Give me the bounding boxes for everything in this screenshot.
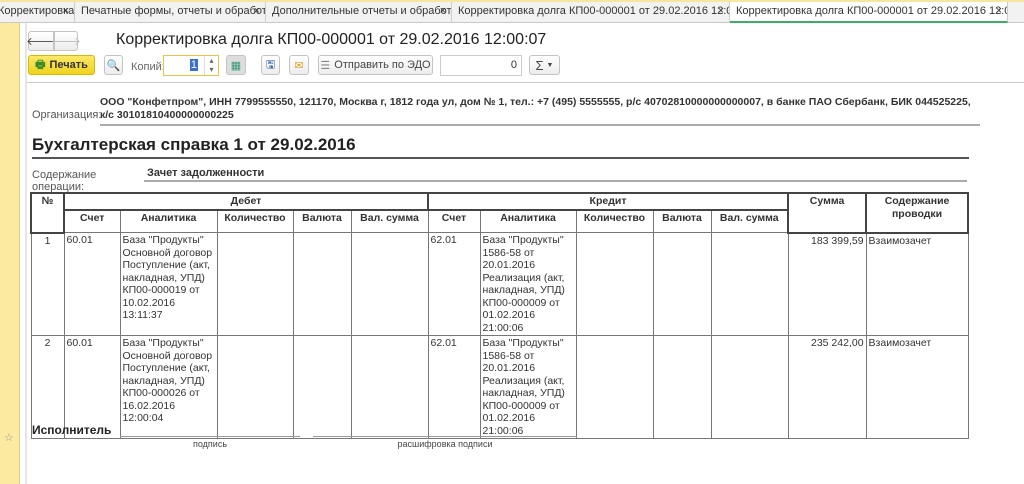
chevron-down-icon: ▼	[546, 61, 554, 69]
table-row: 2 60.01 База "Продукты" Основной договор…	[30, 335, 969, 439]
cell-content: Взаимозачет	[865, 232, 969, 336]
forward-button[interactable]: 🡒	[51, 31, 81, 51]
back-button[interactable]: 🡐	[26, 31, 56, 51]
cell-empty	[216, 335, 294, 439]
cell-debit-analytics: База "Продукты" Основной договор Поступл…	[119, 335, 218, 439]
cell-credit-account: 62.01	[427, 232, 481, 336]
col-content: Содержание проводки	[865, 192, 970, 234]
tab-label: Корректировка долга КП00-000001 от 29.02…	[458, 5, 730, 17]
print-button[interactable]: 🖶 Печать	[28, 55, 95, 75]
col-debit-cur-sum: Вал. сумма	[350, 209, 429, 233]
org-label: Организация:	[32, 109, 102, 121]
divider	[25, 23, 27, 484]
col-credit-account: Счет	[427, 209, 481, 233]
signature-caption: подпись	[192, 439, 228, 449]
print-label: Печать	[49, 59, 88, 71]
cell-sum: 183 399,59	[787, 232, 867, 336]
cell-debit-account: 60.01	[63, 232, 121, 336]
tab-debt-correction-doc[interactable]: Корректировка долга КП00-000001 от 29.02…	[452, 2, 730, 23]
decode-line	[313, 436, 577, 437]
operation-label: Содержание операции:	[32, 169, 97, 193]
edit-button[interactable]: ▦	[226, 55, 246, 75]
cell-empty	[575, 335, 654, 439]
edo-icon: ☰	[320, 59, 331, 72]
cell-no: 1	[30, 232, 65, 336]
signature-line	[120, 436, 300, 437]
col-debit-analytics: Аналитика	[119, 209, 218, 233]
spinner-icon[interactable]: ▴ ▾	[204, 56, 218, 75]
cell-credit-analytics: База "Продукты" 1586-58 от 20.01.2016 Ре…	[479, 232, 577, 336]
printer-icon: 🖶	[35, 58, 46, 71]
sigma-icon: Σ	[535, 57, 544, 73]
cell-credit-analytics: База "Продукты" 1586-58 от 20.01.2016 Ре…	[479, 335, 577, 439]
org-details: ООО "Конфетпром", ИНН 7799555550, 121170…	[100, 96, 980, 126]
tab-debt-correction-print[interactable]: Корректировка долга КП00-000001 от 29.02…	[730, 2, 1008, 23]
close-icon[interactable]: ×	[718, 5, 724, 17]
cell-sum: 235 242,00	[787, 335, 867, 439]
table-edit-icon: ▦	[230, 59, 242, 72]
preview-icon: 🔍	[106, 59, 121, 72]
cell-empty	[350, 335, 429, 439]
tab-debt-correction[interactable]: Корректировка долга×	[0, 2, 75, 23]
cell-empty	[216, 232, 294, 336]
cell-empty	[292, 232, 352, 336]
cell-empty	[710, 232, 789, 336]
executor-label: Исполнитель	[32, 423, 112, 437]
divider	[27, 82, 1024, 83]
col-sum: Сумма	[787, 192, 868, 234]
col-credit-qty: Количество	[575, 209, 654, 233]
tab-additional-reports[interactable]: Дополнительные отчеты и обработки ×	[266, 2, 452, 23]
decode-caption: расшифровка подписи	[397, 439, 493, 449]
table-row: 1 60.01 База "Продукты" Основной договор…	[30, 232, 969, 336]
col-debit-currency: Валюта	[292, 209, 352, 233]
cell-empty	[652, 335, 712, 439]
star-icon[interactable]: ☆	[4, 431, 14, 444]
copies-input[interactable]: 1 ▴ ▾	[163, 55, 219, 76]
col-credit: Кредит	[426, 192, 790, 211]
cell-credit-account: 62.01	[427, 335, 481, 439]
send-edo-button[interactable]: ☰ Отправить по ЭДО	[318, 55, 433, 75]
send-edo-label: Отправить по ЭДО	[334, 59, 431, 71]
col-credit-currency: Валюта	[652, 209, 712, 233]
sidebar: ☆	[0, 23, 20, 484]
close-icon[interactable]: ×	[63, 5, 69, 17]
tab-print-forms[interactable]: Печатные формы, отчеты и обработки ×	[75, 2, 266, 23]
entries-table: № Дебет Кредит Сумма Содержание проводки…	[30, 192, 970, 439]
cell-empty	[350, 232, 429, 336]
close-icon[interactable]: ×	[996, 5, 1002, 17]
col-no: №	[30, 192, 65, 234]
document-heading: Бухгалтерская справка 1 от 29.02.2016	[32, 135, 969, 159]
arrow-right-icon: 🡒	[51, 36, 81, 48]
copies-value: 1	[189, 59, 198, 71]
floppy-icon: 🖫	[265, 58, 276, 71]
cell-debit-analytics: База "Продукты" Основной договор Поступл…	[119, 232, 218, 336]
cell-empty	[575, 232, 654, 336]
window-title: Корректировка долга КП00-000001 от 29.02…	[116, 31, 547, 48]
tab-label: Дополнительные отчеты и обработки	[272, 5, 452, 17]
preview-button[interactable]: 🔍	[104, 55, 123, 75]
cell-empty	[292, 335, 352, 439]
operation-value: Зачет задолженности	[144, 167, 967, 182]
col-credit-cur-sum: Вал. сумма	[710, 209, 789, 233]
close-icon[interactable]: ×	[254, 5, 260, 17]
close-icon[interactable]: ×	[440, 5, 446, 17]
sum-field[interactable]: 0	[440, 55, 522, 76]
email-button[interactable]: ✉	[289, 55, 309, 75]
copies-label: Копий:	[131, 61, 165, 73]
col-credit-analytics: Аналитика	[479, 209, 577, 233]
tab-label: Печатные формы, отчеты и обработки	[81, 5, 266, 17]
col-debit-account: Счет	[63, 209, 121, 233]
col-debit-qty: Количество	[216, 209, 294, 233]
tab-label: Корректировка долга КП00-000001 от 29.02…	[736, 5, 1008, 17]
save-button[interactable]: 🖫	[261, 55, 280, 75]
tab-bar: Корректировка долга× Печатные формы, отч…	[0, 0, 1024, 23]
cell-empty	[652, 232, 712, 336]
col-debit: Дебет	[63, 192, 429, 211]
sum-button[interactable]: Σ ▼	[529, 55, 560, 75]
cell-content: Взаимозачет	[865, 335, 969, 439]
envelope-icon: ✉	[294, 59, 304, 72]
cell-empty	[710, 335, 789, 439]
